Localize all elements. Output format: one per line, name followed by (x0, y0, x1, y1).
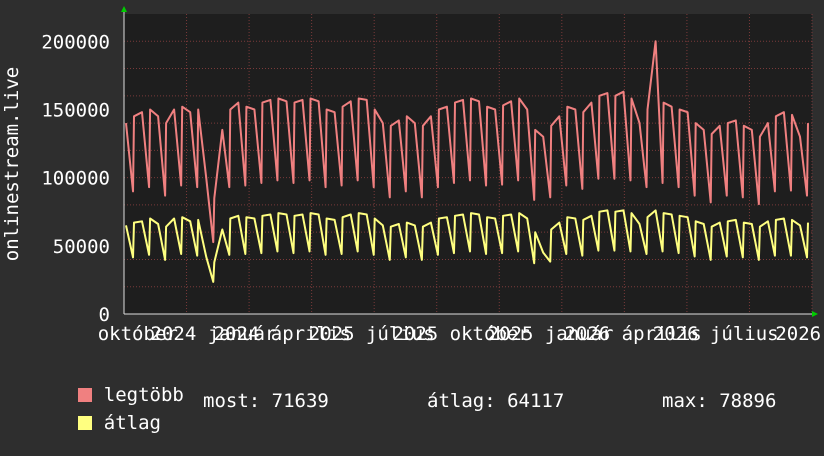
y-axis-label: onlinestream.live (1, 67, 23, 261)
stat-atlag: átlag: 64117 (427, 390, 565, 412)
y-tick-label: 50000 (53, 236, 110, 258)
x-axis-arrow (812, 311, 818, 317)
stat-most: most: 71639 (203, 390, 329, 412)
stat-max: max: 78896 (662, 390, 777, 412)
x-tick-label: 2026 július (653, 323, 779, 345)
y-tick-label: 200000 (41, 31, 110, 53)
legend-label-atlag: átlag (103, 412, 161, 434)
chart: 0 50000 100000 150000 200000 október 2024 janu… (0, 0, 824, 434)
legend-swatch-atlag (77, 416, 92, 430)
y-tick-label: 100000 (41, 168, 110, 190)
legend-row-atlag: átlag (32, 390, 161, 456)
y-axis-arrow (121, 6, 127, 12)
y-tick-label: 150000 (41, 99, 110, 121)
x-tick-label: 2026 (775, 323, 821, 345)
